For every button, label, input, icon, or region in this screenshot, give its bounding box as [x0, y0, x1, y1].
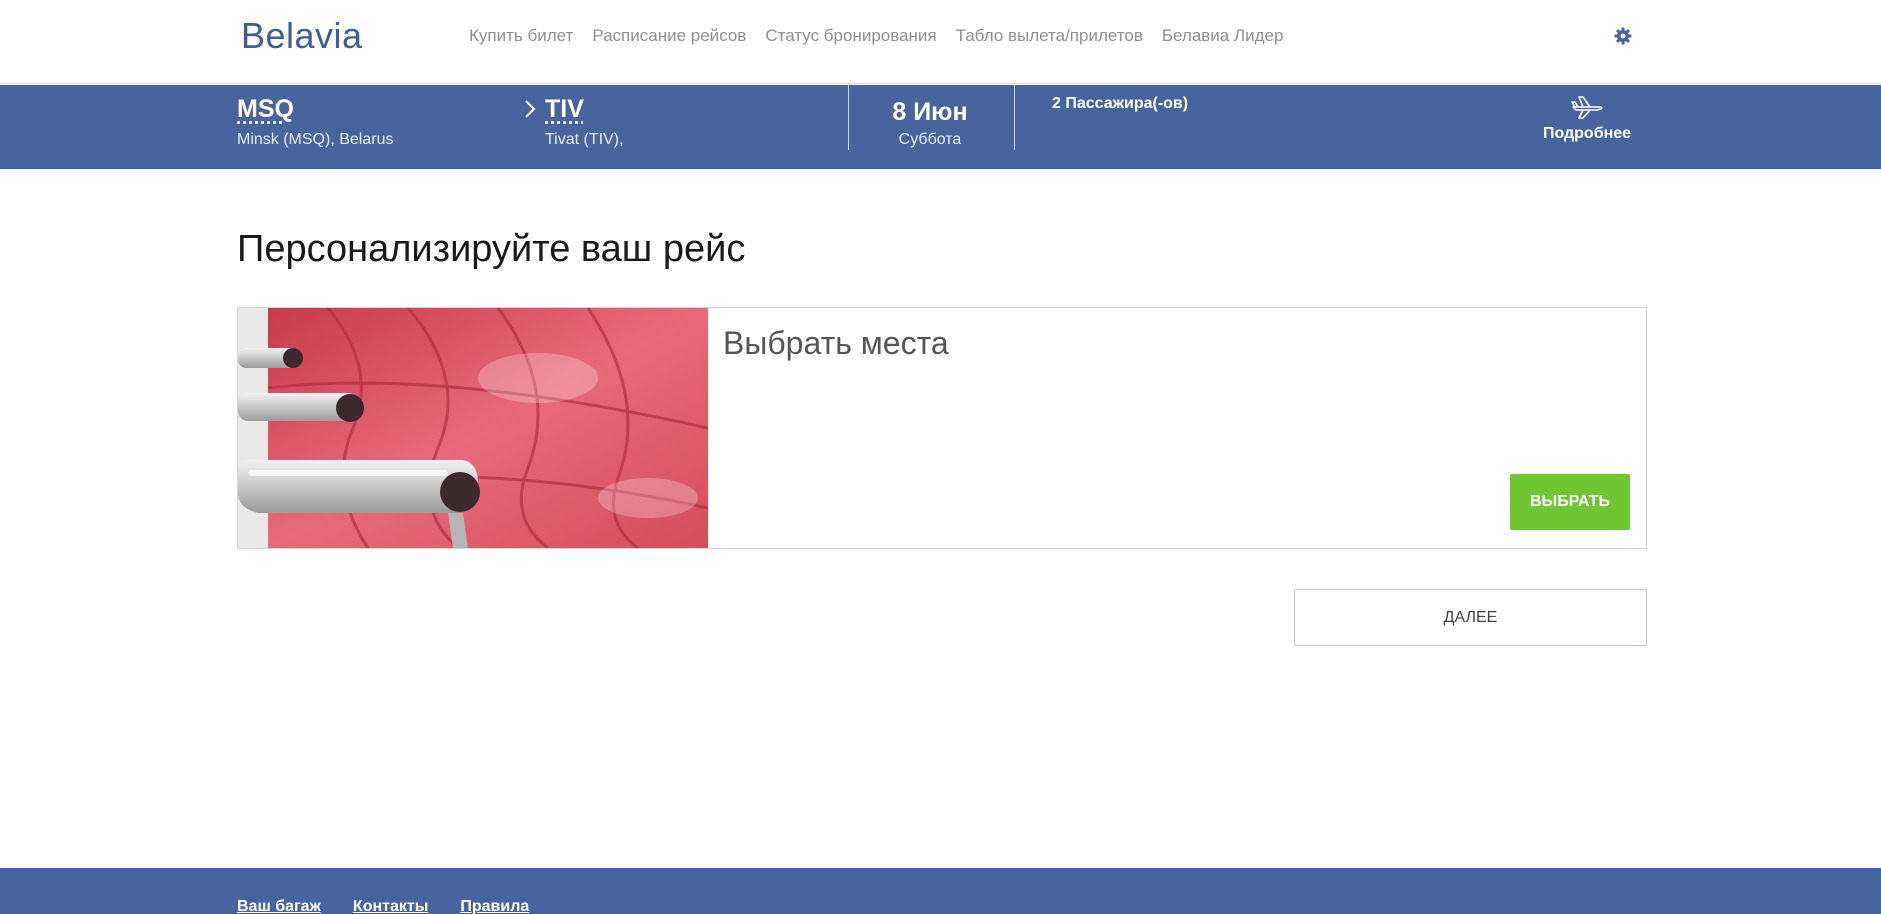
booking-summary-bar: MSQ Minsk (MSQ), Belarus TIV Tivat (TIV)… — [0, 85, 1881, 169]
chevron-right-icon — [525, 100, 536, 118]
page-title: Персонализируйте ваш рейс — [237, 228, 746, 270]
gear-icon[interactable] — [1613, 26, 1633, 46]
next-button[interactable]: ДАЛЕЕ — [1294, 589, 1647, 646]
details-link[interactable]: Подробнее — [1532, 125, 1642, 143]
nav-buy-ticket[interactable]: Купить билет — [469, 26, 573, 46]
seats-image — [238, 308, 708, 548]
flight-weekday: Суббота — [898, 131, 962, 148]
footer-link-rules[interactable]: Правила — [460, 898, 529, 914]
nav-schedule[interactable]: Расписание рейсов — [592, 26, 746, 46]
footer-link-baggage[interactable]: Ваш багаж — [237, 898, 321, 914]
select-seats-button[interactable]: ВЫБРАТЬ — [1510, 474, 1630, 530]
passenger-count: 2 Пассажира(-ов) — [1052, 95, 1189, 112]
seat-selection-card: Выбрать места ВЫБРАТЬ — [237, 307, 1647, 549]
plane-icon[interactable] — [1570, 94, 1604, 120]
main-menu: Купить билет Расписание рейсов Статус бр… — [469, 26, 1302, 46]
belavia-logo[interactable]: Belavia — [241, 15, 363, 57]
flight-date: 8 Июн — [892, 98, 968, 126]
destination-name: Tivat (TIV), — [545, 131, 624, 148]
divider — [848, 85, 849, 150]
footer: Ваш багаж Контакты Правила — [0, 868, 1881, 914]
nav-booking-status[interactable]: Статус бронирования — [765, 26, 936, 46]
nav-belavia-leader[interactable]: Белавиа Лидер — [1162, 26, 1284, 46]
divider — [1014, 85, 1015, 150]
footer-links: Ваш багаж Контакты Правила — [237, 898, 561, 914]
origin-code[interactable]: MSQ — [237, 95, 294, 124]
nav-departures-board[interactable]: Табло вылета/прилетов — [956, 26, 1143, 46]
card-title: Выбрать места — [723, 325, 949, 361]
footer-link-contacts[interactable]: Контакты — [353, 898, 428, 914]
destination-code[interactable]: TIV — [545, 95, 584, 124]
origin-name: Minsk (MSQ), Belarus — [237, 131, 394, 148]
top-navigation: Belavia Купить билет Расписание рейсов С… — [0, 0, 1881, 84]
